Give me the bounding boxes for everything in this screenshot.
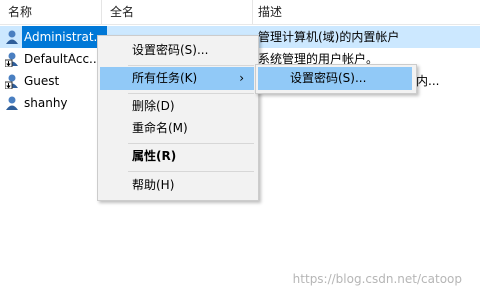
menu-separator	[128, 143, 254, 144]
row-name: Guest	[24, 74, 60, 88]
menu-separator	[128, 171, 254, 172]
menu-item-set-password[interactable]: 设置密码(S)...	[100, 39, 254, 62]
column-header-name[interactable]: 名称	[0, 0, 100, 24]
row-description: 内...	[416, 74, 440, 88]
menu-item-all-tasks[interactable]: 所有任务(K) ›	[100, 67, 254, 90]
submenu-item-set-password[interactable]: 设置密码(S)...	[258, 67, 412, 90]
row-name: shanhy	[24, 96, 68, 110]
menu-item-help[interactable]: 帮助(H)	[100, 174, 254, 197]
menu-item-rename[interactable]: 重命名(M)	[100, 117, 254, 140]
row-description: 管理计算机(域)的内置帐户	[258, 30, 400, 44]
user-download-icon	[5, 74, 18, 89]
menu-separator	[128, 65, 254, 66]
menu-item-delete[interactable]: 删除(D)	[100, 95, 254, 118]
watermark: https://blog.csdn.net/catoop	[292, 272, 462, 286]
column-header-description[interactable]: 描述	[250, 0, 480, 24]
row-name: DefaultAcc...	[24, 52, 101, 66]
user-icon	[6, 30, 18, 44]
column-header-fullname[interactable]: 全名	[102, 0, 252, 24]
list-header: 名称 全名 描述	[0, 0, 480, 25]
menu-item-all-tasks-label: 所有任务(K)	[132, 71, 198, 85]
user-download-icon	[5, 52, 18, 67]
user-icon	[6, 96, 18, 110]
menu-separator	[128, 93, 254, 94]
submenu: 设置密码(S)...	[255, 64, 417, 94]
submenu-arrow-icon: ›	[239, 71, 244, 85]
row-name: Administrat...	[22, 26, 107, 48]
context-menu: 设置密码(S)... 所有任务(K) › 删除(D) 重命名(M) 属性(R) …	[97, 35, 259, 201]
menu-item-properties[interactable]: 属性(R)	[100, 145, 254, 168]
